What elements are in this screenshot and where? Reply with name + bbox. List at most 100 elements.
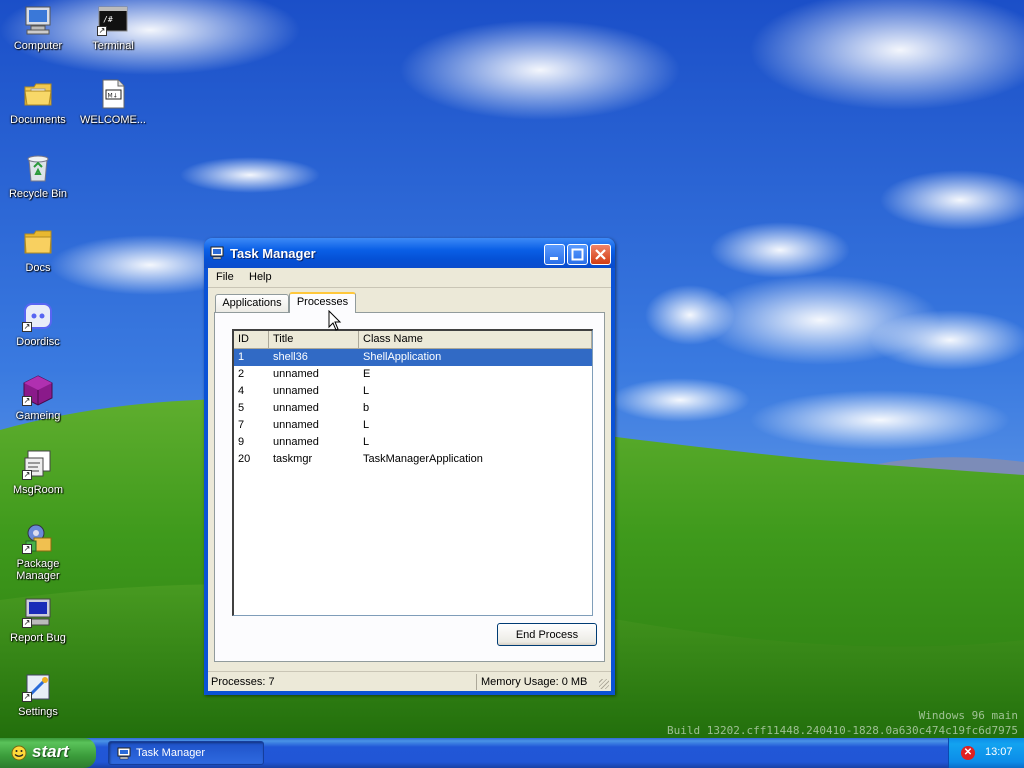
cell-class-name: L — [363, 385, 370, 397]
cell-id: 5 — [238, 402, 245, 414]
table-row[interactable]: 20 taskmgr TaskManagerApplication — [234, 451, 592, 468]
table-row[interactable]: 5 unnamed b — [234, 400, 592, 417]
column-header-class-name[interactable]: Class Name — [359, 331, 592, 349]
error-icon[interactable]: ✕ — [961, 746, 975, 760]
shortcut-arrow-icon: ↗ — [97, 26, 107, 36]
cell-title: unnamed — [273, 436, 319, 448]
status-process-count: Processes: 7 — [211, 676, 275, 688]
game-cube-icon: ↗ — [22, 374, 54, 406]
desktop-icon-settings[interactable]: ↗ Settings — [0, 670, 76, 718]
desktop-icon-recycle-bin[interactable]: Recycle Bin — [0, 152, 76, 200]
desktop-icon-label: Settings — [18, 706, 58, 718]
watermark-line-1: Windows 96 main — [918, 709, 1018, 722]
menu-file[interactable]: File — [216, 271, 234, 283]
cell-title: unnamed — [273, 402, 319, 414]
desktop-icon-package-manager[interactable]: ↗ Package Manager — [0, 522, 76, 582]
system-tray: ✕ 13:07 — [948, 738, 1024, 768]
build-watermark: Windows 96 main Build 13202.cff11448.240… — [667, 708, 1018, 738]
process-list[interactable]: ID Title Class Name 1 shell36 ShellAppli… — [232, 329, 593, 616]
package-manager-icon: ↗ — [22, 522, 54, 554]
cell-id: 4 — [238, 385, 245, 397]
shortcut-arrow-icon: ↗ — [22, 692, 32, 702]
start-label: start — [32, 742, 69, 761]
minimize-button[interactable] — [544, 244, 565, 265]
desktop-icon-label: Package Manager — [16, 558, 60, 582]
tab-applications[interactable]: Applications — [215, 294, 289, 312]
cell-class-name: ShellApplication — [363, 351, 442, 363]
shortcut-arrow-icon: ↗ — [22, 544, 32, 554]
cell-class-name: L — [363, 436, 370, 448]
cell-id: 2 — [238, 368, 245, 380]
desktop-icon-welcome[interactable]: M↓ WELCOME... — [75, 78, 151, 126]
documents-folder-icon — [22, 78, 54, 110]
resize-grip-icon[interactable] — [599, 679, 609, 689]
cell-id: 7 — [238, 419, 245, 431]
desktop-icon-doordisc[interactable]: ↗ Doordisc — [0, 300, 76, 348]
desktop-icon-documents[interactable]: Documents — [0, 78, 76, 126]
desktop-icon-msgroom[interactable]: ↗ MsgRoom — [0, 448, 76, 496]
close-button[interactable] — [590, 244, 611, 265]
table-row[interactable]: 1 shell36 ShellApplication — [234, 349, 592, 366]
shortcut-arrow-icon: ↗ — [22, 322, 32, 332]
desktop-icon-label: Recycle Bin — [8, 188, 68, 200]
shortcut-arrow-icon: ↗ — [22, 470, 32, 480]
mouse-cursor-icon — [328, 310, 342, 331]
folder-icon — [22, 226, 54, 258]
cell-class-name: L — [363, 419, 370, 431]
window-titlebar[interactable]: Task Manager — [204, 238, 615, 268]
status-memory-usage: Memory Usage: 0 MB — [481, 676, 588, 688]
desktop-icon-label: Report Bug — [10, 632, 66, 644]
desktop-icon-terminal[interactable]: /# ↗ Terminal — [75, 4, 151, 52]
table-row[interactable]: 7 unnamed L — [234, 417, 592, 434]
maximize-icon — [571, 248, 584, 261]
column-header-id[interactable]: ID — [234, 331, 269, 349]
desktop-icon-report-bug[interactable]: ↗ Report Bug — [0, 596, 76, 644]
end-process-button[interactable]: End Process — [497, 623, 597, 646]
terminal-icon: /# ↗ — [97, 4, 129, 36]
tray-clock[interactable]: 13:07 — [985, 746, 1013, 758]
cell-class-name: TaskManagerApplication — [363, 453, 483, 465]
table-row[interactable]: 4 unnamed L — [234, 383, 592, 400]
svg-text:/#: /# — [103, 15, 113, 24]
maximize-button[interactable] — [567, 244, 588, 265]
cell-title: unnamed — [273, 368, 319, 380]
discord-icon: ↗ — [22, 300, 54, 332]
taskbar-item-label: Task Manager — [136, 747, 206, 759]
smiley-logo-icon — [10, 745, 28, 761]
settings-icon: ↗ — [22, 670, 54, 702]
processes-tab-page: ID Title Class Name 1 shell36 ShellAppli… — [214, 312, 605, 662]
tab-processes[interactable]: Processes — [289, 292, 356, 313]
menu-bar: File Help — [208, 268, 611, 288]
desktop-icon-label: Computer — [13, 40, 63, 52]
task-manager-window: Task Manager File Help Applications Proc… — [204, 238, 615, 695]
close-icon — [595, 249, 606, 260]
table-row[interactable]: 9 unnamed L — [234, 434, 592, 451]
desktop-icon-computer[interactable]: Computer — [0, 4, 76, 52]
window-title: Task Manager — [230, 246, 316, 261]
status-separator — [476, 674, 477, 690]
watermark-line-2: Build 13202.cff11448.240410-1828.0a630c4… — [667, 724, 1018, 737]
shortcut-arrow-icon: ↗ — [22, 396, 32, 406]
cell-title: unnamed — [273, 385, 319, 397]
desktop-icon-docs[interactable]: Docs — [0, 226, 76, 274]
taskbar-item-task-manager[interactable]: Task Manager — [108, 741, 264, 765]
start-button[interactable]: start — [0, 738, 96, 768]
menu-help[interactable]: Help — [249, 271, 272, 283]
cell-title: taskmgr — [273, 453, 313, 465]
desktop-icon-label: WELCOME... — [79, 114, 146, 126]
minimize-icon — [550, 257, 558, 260]
desktop-icon-label: Docs — [25, 262, 51, 274]
task-manager-icon — [210, 246, 224, 260]
cell-title: unnamed — [273, 419, 319, 431]
cell-class-name: E — [363, 368, 371, 380]
cell-class-name: b — [363, 402, 370, 414]
cell-id: 1 — [238, 351, 245, 363]
desktop-icon-gameing[interactable]: ↗ Gameing — [0, 374, 76, 422]
process-list-header: ID Title Class Name — [234, 331, 592, 349]
column-header-title[interactable]: Title — [269, 331, 359, 349]
recycle-bin-icon — [22, 152, 54, 184]
computer-icon — [22, 4, 54, 36]
desktop-icon-label: MsgRoom — [12, 484, 64, 496]
report-bug-icon: ↗ — [22, 596, 54, 628]
table-row[interactable]: 2 unnamed E — [234, 366, 592, 383]
